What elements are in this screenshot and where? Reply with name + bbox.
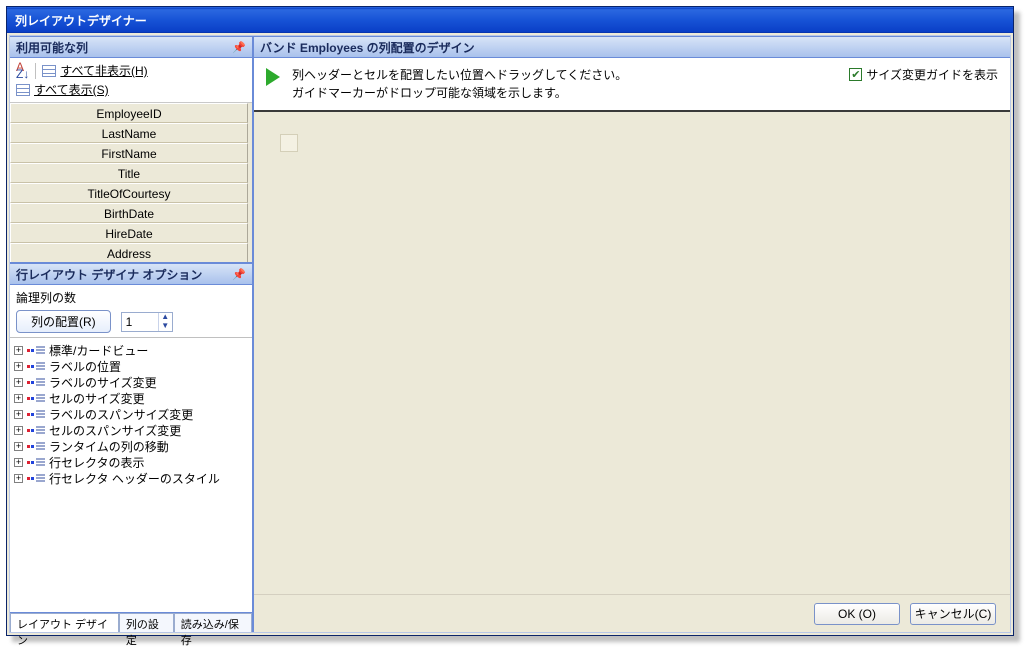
list-icon <box>27 362 45 370</box>
options-header: 行レイアウト デザイナ オプション 📌 <box>10 263 252 285</box>
drop-marker[interactable] <box>280 134 298 152</box>
options-panel: 論理列の数 列の配置(R) ▲ ▼ + 標準/カードビュー <box>10 285 252 632</box>
column-item[interactable]: FirstName <box>10 143 248 163</box>
logical-cols-label: 論理列の数 <box>16 289 246 306</box>
tree-item[interactable]: + ラベルのサイズ変更 <box>14 374 248 390</box>
show-all-link[interactable]: すべて表示(S) <box>34 81 109 98</box>
tree-item[interactable]: + セルのサイズ変更 <box>14 390 248 406</box>
column-item[interactable]: TitleOfCourtesy <box>10 183 248 203</box>
column-item[interactable]: EmployeeID <box>10 103 248 123</box>
list-icon <box>27 346 45 354</box>
dialog-footer: OK (O) キャンセル(C) <box>254 594 1010 632</box>
tree-item[interactable]: + ラベルのスパンサイズ変更 <box>14 406 248 422</box>
cancel-button[interactable]: キャンセル(C) <box>910 603 996 625</box>
pin-icon[interactable]: 📌 <box>232 268 246 281</box>
titlebar: 列レイアウトデザイナー <box>7 7 1013 33</box>
list-icon <box>27 410 45 418</box>
info-bar: 列ヘッダーとセルを配置したい位置へドラッグしてください。 ガイドマーカーがドロッ… <box>254 58 1010 112</box>
show-all-icon[interactable] <box>16 84 30 96</box>
column-item[interactable]: LastName <box>10 123 248 143</box>
expand-icon[interactable]: + <box>14 458 23 467</box>
column-item[interactable]: BirthDate <box>10 203 248 223</box>
expand-icon[interactable]: + <box>14 474 23 483</box>
logical-cols-input[interactable] <box>122 313 158 331</box>
expand-icon[interactable]: + <box>14 394 23 403</box>
window-title: 列レイアウトデザイナー <box>15 12 147 29</box>
tree-item-label: ラベルのスパンサイズ変更 <box>49 406 193 423</box>
columns-list[interactable]: EmployeeID LastName FirstName Title Titl… <box>10 103 252 263</box>
column-arrange-button[interactable]: 列の配置(R) <box>16 310 111 333</box>
available-columns-header: 利用可能な列 📌 <box>10 36 252 58</box>
tree-item[interactable]: + セルのスパンサイズ変更 <box>14 422 248 438</box>
design-canvas[interactable] <box>254 112 1010 594</box>
list-icon <box>27 458 45 466</box>
design-header: バンド Employees の列配置のデザイン <box>254 36 1010 58</box>
info-text: 列ヘッダーとセルを配置したい位置へドラッグしてください。 ガイドマーカーがドロッ… <box>292 66 837 102</box>
tree-item[interactable]: + 行セレクタ ヘッダーのスタイル <box>14 470 248 486</box>
design-header-title: バンド Employees の列配置のデザイン <box>260 39 475 56</box>
columns-toolbar: AZ↓ すべて非表示(H) すべて表示(S) <box>10 58 252 103</box>
pin-icon[interactable]: 📌 <box>232 41 246 54</box>
column-item[interactable]: Address <box>10 243 248 263</box>
info-line-2: ガイドマーカーがドロップ可能な領域を示します。 <box>292 84 837 102</box>
guide-check-label: サイズ変更ガイドを表示 <box>866 66 998 83</box>
tab-column-settings[interactable]: 列の設定 <box>119 613 174 632</box>
tab-load-save[interactable]: 読み込み/保存 <box>174 613 252 632</box>
left-column: 利用可能な列 📌 AZ↓ すべて非表示(H) すべて表示(S) <box>10 36 254 632</box>
hide-all-icon[interactable] <box>42 65 56 77</box>
tree-item-label: ランタイムの列の移動 <box>49 438 169 455</box>
bottom-tabs: レイアウト デザイン 列の設定 読み込み/保存 <box>10 612 252 632</box>
tree-item-label: セルのスパンサイズ変更 <box>49 422 181 439</box>
available-columns-title: 利用可能な列 <box>16 39 88 56</box>
toolbar-separator <box>35 63 36 79</box>
tree-item[interactable]: + 行セレクタの表示 <box>14 454 248 470</box>
list-icon <box>27 474 45 482</box>
guide-check[interactable]: ✔ サイズ変更ガイドを表示 <box>849 66 998 83</box>
tree-item-label: 行セレクタ ヘッダーのスタイル <box>49 470 220 487</box>
right-column: バンド Employees の列配置のデザイン 列ヘッダーとセルを配置したい位置… <box>254 36 1010 632</box>
expand-icon[interactable]: + <box>14 410 23 419</box>
expand-icon[interactable]: + <box>14 346 23 355</box>
list-icon <box>27 426 45 434</box>
sort-icon[interactable]: AZ↓ <box>16 64 29 78</box>
tree-item[interactable]: + ラベルの位置 <box>14 358 248 374</box>
info-line-1: 列ヘッダーとセルを配置したい位置へドラッグしてください。 <box>292 66 837 84</box>
tree-item[interactable]: + 標準/カードビュー <box>14 342 248 358</box>
list-icon <box>27 378 45 386</box>
available-columns-body: AZ↓ すべて非表示(H) すべて表示(S) EmployeeID LastNa… <box>10 58 252 263</box>
tab-layout-design[interactable]: レイアウト デザイン <box>10 613 119 632</box>
options-tree[interactable]: +標準/カードビュー +ラベルの位置 +ラベルのサイズ変更 +セルのサイズ変更 … <box>10 337 252 612</box>
ok-button[interactable]: OK (O) <box>814 603 900 625</box>
tree-item-label: セルのサイズ変更 <box>49 390 145 407</box>
hide-all-link[interactable]: すべて非表示(H) <box>60 62 147 79</box>
options-title: 行レイアウト デザイナ オプション <box>16 266 202 283</box>
list-icon <box>27 394 45 402</box>
options-top: 論理列の数 列の配置(R) ▲ ▼ <box>10 285 252 337</box>
column-item[interactable]: Title <box>10 163 248 183</box>
play-icon <box>266 68 280 86</box>
tree-item[interactable]: + ランタイムの列の移動 <box>14 438 248 454</box>
content-area: 利用可能な列 📌 AZ↓ すべて非表示(H) すべて表示(S) <box>9 35 1011 633</box>
dialog-window: 列レイアウトデザイナー 利用可能な列 📌 AZ↓ すべて非表示(H) <box>6 6 1014 636</box>
logical-cols-spinner[interactable]: ▲ ▼ <box>121 312 173 332</box>
tree-item-label: ラベルのサイズ変更 <box>49 374 157 391</box>
spinner-down-icon[interactable]: ▼ <box>158 322 172 331</box>
tree-item-label: 標準/カードビュー <box>49 342 148 359</box>
tree-item-label: ラベルの位置 <box>49 358 121 375</box>
column-item[interactable]: HireDate <box>10 223 248 243</box>
list-icon <box>27 442 45 450</box>
tree-item-label: 行セレクタの表示 <box>49 454 145 471</box>
expand-icon[interactable]: + <box>14 426 23 435</box>
expand-icon[interactable]: + <box>14 378 23 387</box>
expand-icon[interactable]: + <box>14 442 23 451</box>
expand-icon[interactable]: + <box>14 362 23 371</box>
checkbox-icon[interactable]: ✔ <box>849 68 862 81</box>
